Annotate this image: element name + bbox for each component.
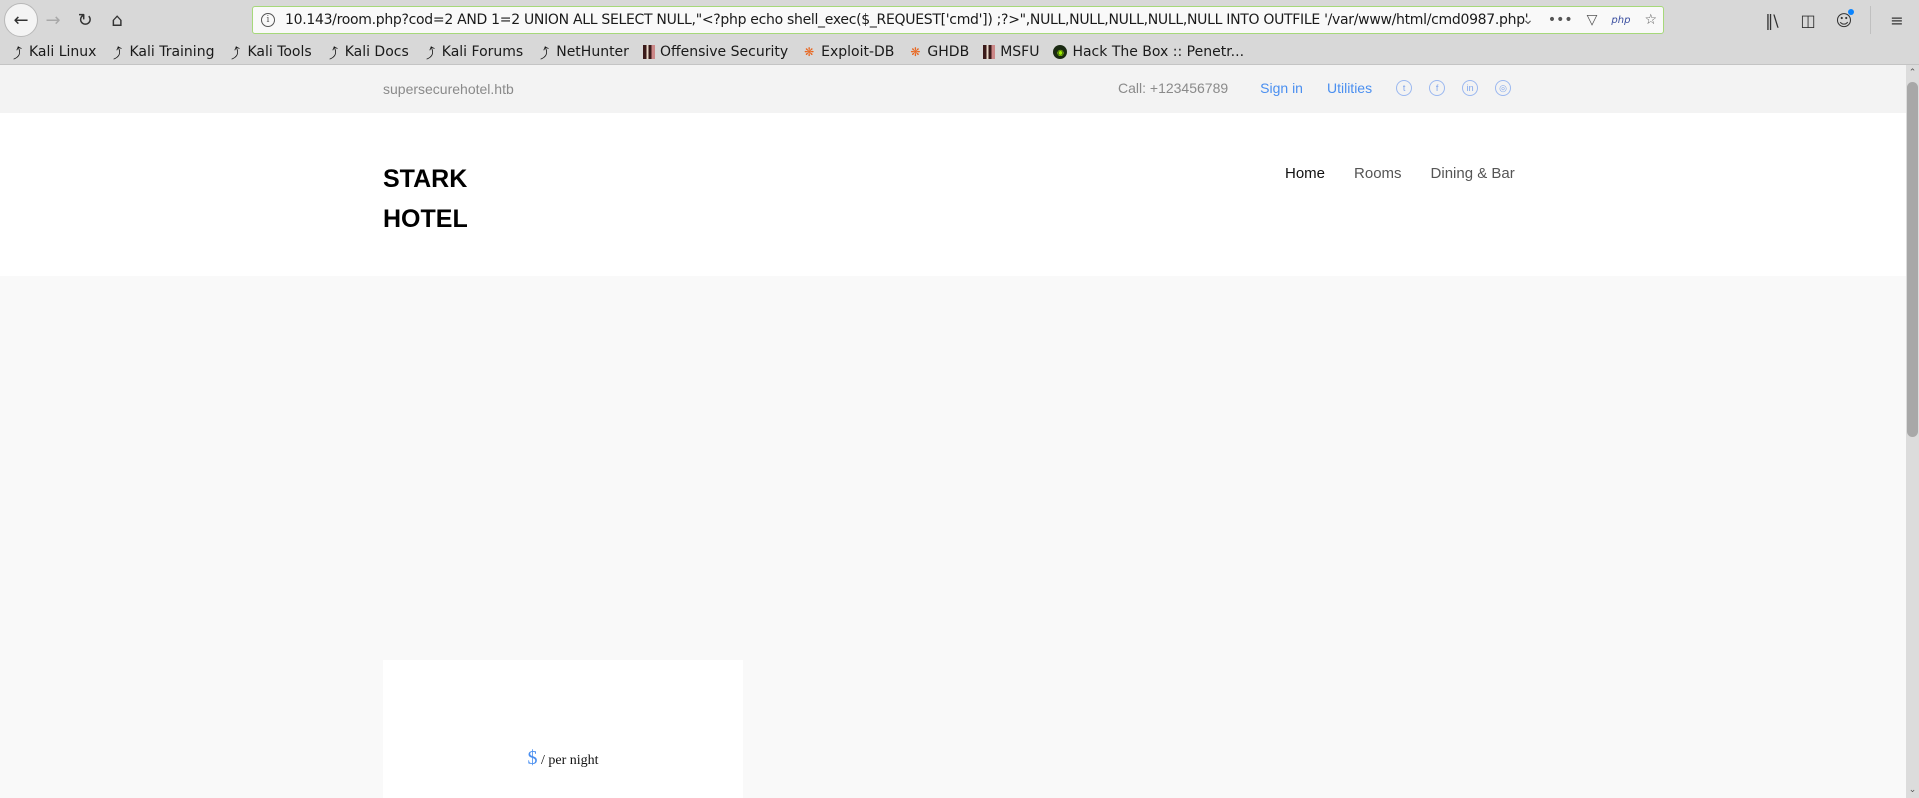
sign-in-link[interactable]: Sign in xyxy=(1260,80,1303,96)
nav-home[interactable]: Home xyxy=(1285,165,1325,182)
chevron-down-icon[interactable]: ⌄ xyxy=(1522,12,1534,28)
pocket-icon[interactable]: ▽ xyxy=(1587,12,1598,28)
main-nav: Home Rooms Dining & Bar xyxy=(1285,165,1515,182)
bookmark-label: MSFU xyxy=(1000,44,1040,60)
hamburger-menu-icon[interactable]: ≡ xyxy=(1887,11,1907,30)
bookmark-label: Kali Forums xyxy=(441,44,524,60)
scrollbar-thumb[interactable] xyxy=(1907,82,1918,437)
room-price: $ / per night xyxy=(383,747,743,770)
url-actions: ⌄ ••• ▽ php ☆ xyxy=(1522,7,1657,33)
dribbble-icon[interactable]: ◎ xyxy=(1495,80,1512,96)
bookmark-kali-docs[interactable]: ⤴ Kali Docs xyxy=(324,43,409,62)
offsec-icon xyxy=(642,45,655,59)
bookmark-nethunter[interactable]: ⤴ NetHunter xyxy=(536,43,629,62)
bookmark-kali-tools[interactable]: ⤴ Kali Tools xyxy=(227,43,312,62)
info-icon[interactable]: i xyxy=(261,13,275,27)
url-bar[interactable]: i 10.143/room.php?cod=2 AND 1=2 UNION AL… xyxy=(252,6,1664,34)
nav-dining-bar[interactable]: Dining & Bar xyxy=(1431,165,1515,182)
bookmark-kali-training[interactable]: ⤴ Kali Training xyxy=(109,43,215,62)
site-domain: supersecurehotel.htb xyxy=(383,81,514,97)
bookmark-label: Offensive Security xyxy=(659,44,789,60)
arrow-left-icon: ← xyxy=(13,9,29,31)
kali-dragon-icon: ⤴ xyxy=(227,43,244,62)
bookmark-exploit-db[interactable]: ❋ Exploit-DB xyxy=(802,44,894,60)
site-top-bar: supersecurehotel.htb Call: +123456789 Si… xyxy=(0,65,1906,113)
bookmark-label: Exploit-DB xyxy=(821,44,895,60)
navigation-toolbar: ← → ↻ ⌂ i 10.143/room.php?cod=2 AND 1=2 … xyxy=(0,0,1919,40)
social-links: t f in ◎ xyxy=(1396,80,1512,96)
linkedin-icon[interactable]: in xyxy=(1462,80,1479,96)
kali-dragon-icon: ⤴ xyxy=(536,43,553,62)
bookmark-label: Kali Linux xyxy=(29,44,97,60)
star-icon[interactable]: ☆ xyxy=(1644,12,1657,28)
price-suffix: / per night xyxy=(537,753,599,768)
arrow-right-icon: → xyxy=(45,9,61,31)
sidebar-icon[interactable]: ◫ xyxy=(1798,11,1818,30)
account-icon[interactable]: ☺ xyxy=(1834,8,1854,30)
logo-line-1: STARK xyxy=(383,165,468,193)
back-button[interactable]: ← xyxy=(4,3,38,37)
kali-dragon-icon: ⤴ xyxy=(421,43,438,62)
bookmark-label: Kali Training xyxy=(129,44,215,60)
bookmark-label: Kali Docs xyxy=(344,44,409,60)
bookmark-label: Kali Tools xyxy=(247,44,312,60)
bookmark-msfu[interactable]: MSFU xyxy=(983,44,1039,60)
home-button[interactable]: ⌂ xyxy=(102,5,132,35)
library-icon[interactable]: ‖\ xyxy=(1762,11,1782,30)
notification-dot xyxy=(1848,8,1854,15)
facebook-icon[interactable]: f xyxy=(1429,80,1446,96)
bookmark-label: Hack The Box :: Penetr... xyxy=(1072,44,1245,60)
bookmark-hack-the-box[interactable]: ◉ Hack The Box :: Penetr... xyxy=(1053,44,1244,60)
bookmarks-toolbar: ⤴ Kali Linux ⤴ Kali Training ⤴ Kali Tools ⤴… xyxy=(0,40,1244,64)
web-page: supersecurehotel.htb Call: +123456789 Si… xyxy=(0,65,1906,798)
offsec-icon xyxy=(983,45,996,59)
kali-dragon-icon: ⤴ xyxy=(9,43,26,62)
scroll-down-arrow-icon[interactable]: ⌄ xyxy=(1906,782,1919,798)
browser-chrome: ← → ↻ ⌂ i 10.143/room.php?cod=2 AND 1=2 … xyxy=(0,0,1919,65)
kali-dragon-icon: ⤴ xyxy=(324,43,341,62)
home-icon: ⌂ xyxy=(111,9,123,31)
phone-number: Call: +123456789 xyxy=(1118,80,1229,96)
forward-button[interactable]: → xyxy=(38,5,68,35)
twitter-icon[interactable]: t xyxy=(1396,80,1413,96)
page-scrollbar[interactable]: ⌃ ⌄ xyxy=(1906,65,1919,798)
bookmark-kali-linux[interactable]: ⤴ Kali Linux xyxy=(9,43,97,62)
hero-section xyxy=(0,276,1906,726)
nav-rooms[interactable]: Rooms xyxy=(1354,165,1402,182)
bookmark-offensive-security[interactable]: Offensive Security xyxy=(642,44,789,60)
bug-icon: ❋ xyxy=(910,45,921,59)
toolbar-divider xyxy=(1870,6,1871,34)
htb-icon: ◉ xyxy=(1053,45,1068,59)
price-currency: $ xyxy=(527,747,538,769)
room-card: $ / per night xyxy=(383,660,743,798)
bookmark-label: NetHunter xyxy=(556,44,629,60)
toolbar-right: ‖\ ◫ ☺ ≡ xyxy=(1762,0,1919,40)
url-input[interactable]: 10.143/room.php?cod=2 AND 1=2 UNION ALL … xyxy=(285,12,1535,28)
bookmark-kali-forums[interactable]: ⤴ Kali Forums xyxy=(421,43,524,62)
bookmark-label: GHDB xyxy=(927,44,970,60)
scroll-up-arrow-icon[interactable]: ⌃ xyxy=(1906,65,1919,81)
ellipsis-icon[interactable]: ••• xyxy=(1548,12,1573,28)
logo-line-2: HOTEL xyxy=(383,205,468,233)
bug-icon: ❋ xyxy=(804,45,815,59)
site-logo[interactable]: STARK HOTEL xyxy=(383,159,468,239)
kali-dragon-icon: ⤴ xyxy=(109,43,126,62)
site-header: STARK HOTEL Home Rooms Dining & Bar xyxy=(0,113,1906,276)
utilities-link[interactable]: Utilities xyxy=(1327,80,1372,96)
top-bar-right: Call: +123456789 Sign in Utilities t f i… xyxy=(1118,80,1512,96)
reload-icon: ↻ xyxy=(77,9,93,31)
php-addon-icon[interactable]: php xyxy=(1611,15,1630,26)
bookmark-ghdb[interactable]: ❋ GHDB xyxy=(908,44,969,60)
reload-button[interactable]: ↻ xyxy=(70,5,100,35)
